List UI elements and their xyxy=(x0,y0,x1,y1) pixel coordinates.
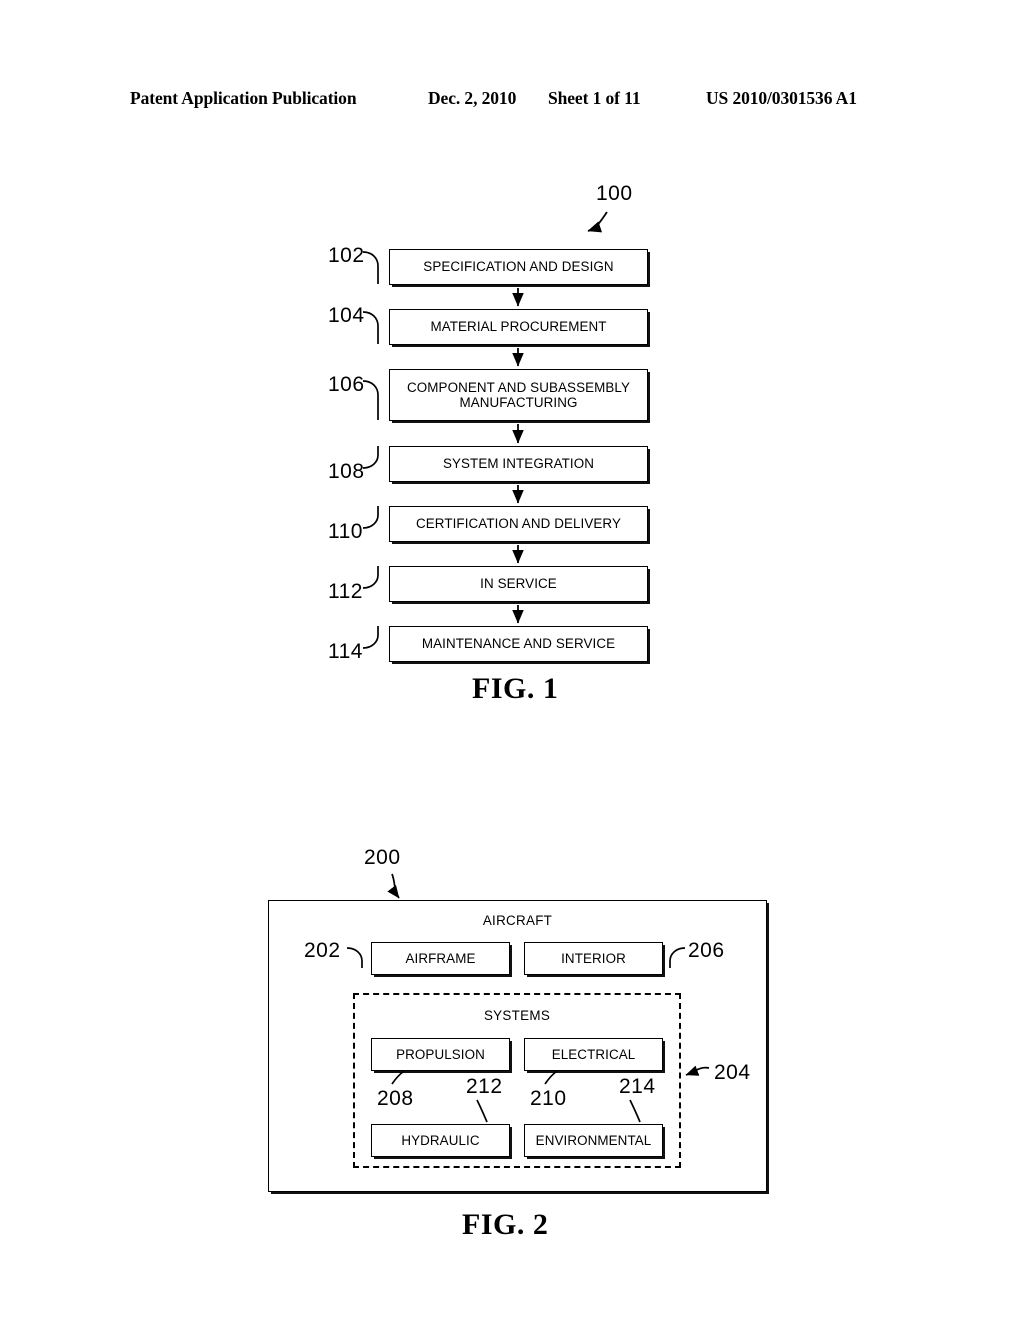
leader-arrow-100 xyxy=(587,211,608,233)
process-box-specification-and-design: SPECIFICATION AND DESIGN xyxy=(389,249,648,285)
reference-numeral-208: 208 xyxy=(377,1087,414,1110)
system-box-label: HYDRAULIC xyxy=(401,1132,480,1148)
process-box-label: MAINTENANCE AND SERVICE xyxy=(421,636,616,652)
process-box-material-procurement: MATERIAL PROCUREMENT xyxy=(389,309,648,345)
sheet-number: Sheet 1 of 11 xyxy=(548,88,641,108)
page-header: Patent Application Publication Dec. 2, 2… xyxy=(0,88,1024,114)
system-box-environmental: ENVIRONMENTAL xyxy=(524,1124,663,1157)
reference-numeral-214: 214 xyxy=(619,1075,656,1098)
process-box-certification-and-delivery: CERTIFICATION AND DELIVERY xyxy=(389,506,648,542)
reference-numeral-104: 104 xyxy=(328,304,365,327)
figure-1-caption: FIG. 1 xyxy=(472,672,559,705)
patent-number: US 2010/0301536 A1 xyxy=(706,88,857,108)
reference-numeral-206: 206 xyxy=(688,939,725,962)
reference-numeral-102: 102 xyxy=(328,244,365,267)
process-box-label: COMPONENT AND SUBASSEMBLY MANUFACTURING xyxy=(407,379,630,411)
figure-2-caption: FIG. 2 xyxy=(462,1208,549,1241)
aircraft-title: AIRCRAFT xyxy=(482,913,553,928)
process-box-label: MATERIAL PROCUREMENT xyxy=(430,319,607,335)
systems-title: SYSTEMS xyxy=(483,1008,551,1023)
process-box-label: SYSTEM INTEGRATION xyxy=(442,456,595,472)
reference-numeral-212: 212 xyxy=(466,1075,503,1098)
reference-numeral-100: 100 xyxy=(596,182,633,205)
component-box-airframe: AIRFRAME xyxy=(371,942,510,975)
publication-date: Dec. 2, 2010 xyxy=(428,88,517,108)
process-box-component-and-subassembly-manufacturing: COMPONENT AND SUBASSEMBLY MANUFACTURING xyxy=(389,369,648,421)
system-box-label: PROPULSION xyxy=(396,1046,485,1062)
component-box-label: INTERIOR xyxy=(561,950,626,966)
reference-numeral-210: 210 xyxy=(530,1087,567,1110)
publication-title: Patent Application Publication xyxy=(130,88,357,108)
system-box-propulsion: PROPULSION xyxy=(371,1038,510,1071)
process-box-label: CERTIFICATION AND DELIVERY xyxy=(416,516,621,532)
reference-numeral-202: 202 xyxy=(304,939,341,962)
reference-numeral-112: 112 xyxy=(328,580,363,603)
reference-numeral-110: 110 xyxy=(328,520,363,543)
process-box-label: SPECIFICATION AND DESIGN xyxy=(423,259,614,275)
process-box-label: IN SERVICE xyxy=(480,576,557,592)
reference-numeral-204: 204 xyxy=(714,1061,751,1084)
process-box-system-integration: SYSTEM INTEGRATION xyxy=(389,446,648,482)
system-box-label: ELECTRICAL xyxy=(551,1046,636,1062)
system-box-label: ENVIRONMENTAL xyxy=(535,1132,652,1148)
reference-numeral-200: 200 xyxy=(364,846,401,869)
component-box-label: AIRFRAME xyxy=(405,950,476,966)
process-box-maintenance-and-service: MAINTENANCE AND SERVICE xyxy=(389,626,648,662)
process-box-in-service: IN SERVICE xyxy=(389,566,648,602)
system-box-electrical: ELECTRICAL xyxy=(524,1038,663,1071)
leader-lines-figure-1 xyxy=(362,251,379,649)
system-box-hydraulic: HYDRAULIC xyxy=(371,1124,510,1157)
reference-numeral-108: 108 xyxy=(328,460,365,483)
reference-numeral-106: 106 xyxy=(328,373,365,396)
reference-numeral-114: 114 xyxy=(328,640,363,663)
component-box-interior: INTERIOR xyxy=(524,942,663,975)
